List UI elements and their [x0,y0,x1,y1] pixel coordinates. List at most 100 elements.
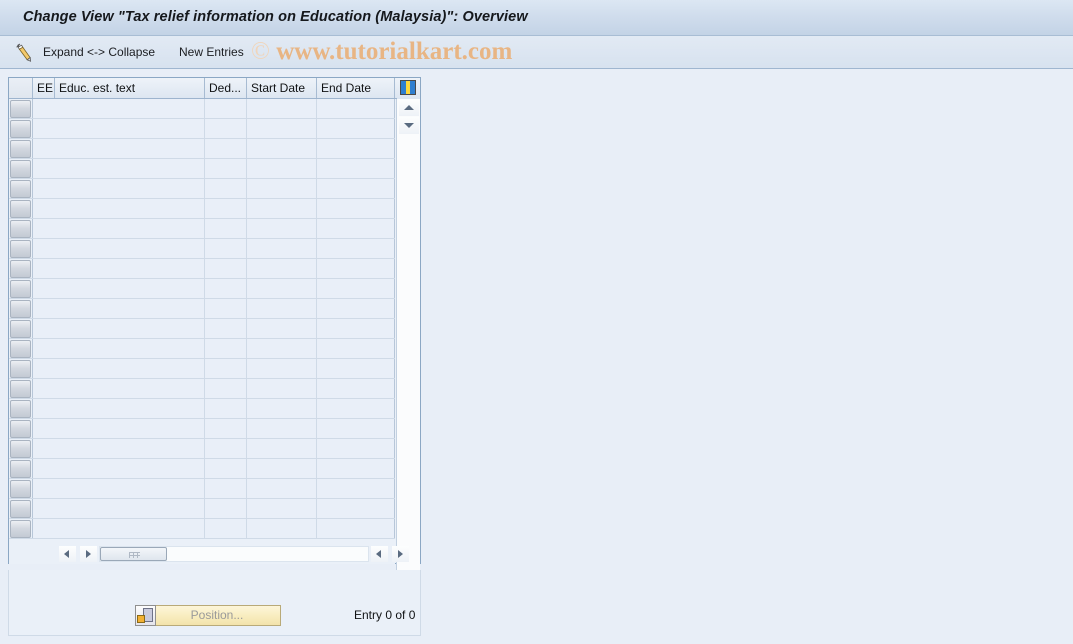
cell-ded[interactable] [205,259,247,278]
cell-ded[interactable] [205,299,247,318]
pencil-icon[interactable] [15,43,35,63]
cell-end-date[interactable] [317,459,395,478]
cell-educ-est-text[interactable] [55,219,205,238]
row-selector-button[interactable] [10,120,31,138]
cell-ded[interactable] [205,139,247,158]
table-row[interactable] [9,359,395,379]
row-selector-button[interactable] [10,240,31,258]
cell-ded[interactable] [205,199,247,218]
cell-ee[interactable] [33,299,55,318]
row-selector-button[interactable] [10,480,31,498]
cell-ee[interactable] [33,139,55,158]
cell-ee[interactable] [33,239,55,258]
cell-educ-est-text[interactable] [55,479,205,498]
cell-start-date[interactable] [247,299,317,318]
cell-start-date[interactable] [247,179,317,198]
cell-start-date[interactable] [247,199,317,218]
cell-ded[interactable] [205,279,247,298]
hscroll-thumb[interactable] [100,547,167,561]
cell-start-date[interactable] [247,239,317,258]
cell-start-date[interactable] [247,499,317,518]
cell-educ-est-text[interactable] [55,359,205,378]
cell-educ-est-text[interactable] [55,99,205,118]
row-selector-button[interactable] [10,260,31,278]
cell-start-date[interactable] [247,479,317,498]
cell-start-date[interactable] [247,279,317,298]
cell-start-date[interactable] [247,319,317,338]
cell-ded[interactable] [205,459,247,478]
row-selector-button[interactable] [10,360,31,378]
table-row[interactable] [9,119,395,139]
row-selector-button[interactable] [10,220,31,238]
position-button[interactable]: Position... [135,605,281,626]
cell-end-date[interactable] [317,239,395,258]
cell-end-date[interactable] [317,199,395,218]
cell-ded[interactable] [205,379,247,398]
row-selector-button[interactable] [10,460,31,478]
cell-educ-est-text[interactable] [55,459,205,478]
cell-ee[interactable] [33,459,55,478]
table-row[interactable] [9,339,395,359]
cell-ded[interactable] [205,359,247,378]
arrow-left-icon[interactable] [59,546,76,562]
cell-ded[interactable] [205,319,247,338]
cell-educ-est-text[interactable] [55,499,205,518]
cell-ee[interactable] [33,479,55,498]
cell-ee[interactable] [33,439,55,458]
cell-start-date[interactable] [247,99,317,118]
column-header-ee[interactable]: EE [33,78,55,98]
cell-ee[interactable] [33,119,55,138]
cell-educ-est-text[interactable] [55,259,205,278]
cell-ded[interactable] [205,179,247,198]
cell-ded[interactable] [205,439,247,458]
table-row[interactable] [9,239,395,259]
cell-end-date[interactable] [317,439,395,458]
row-selector-button[interactable] [10,100,31,118]
cell-educ-est-text[interactable] [55,519,205,538]
cell-ee[interactable] [33,99,55,118]
cell-ded[interactable] [205,159,247,178]
cell-end-date[interactable] [317,519,395,538]
cell-end-date[interactable] [317,319,395,338]
cell-end-date[interactable] [317,139,395,158]
cell-ee[interactable] [33,339,55,358]
row-selector-button[interactable] [10,180,31,198]
row-selector-button[interactable] [10,380,31,398]
cell-educ-est-text[interactable] [55,319,205,338]
arrow-right-icon-right[interactable] [392,546,409,562]
cell-ee[interactable] [33,399,55,418]
cell-start-date[interactable] [247,439,317,458]
row-selector-button[interactable] [10,320,31,338]
cell-start-date[interactable] [247,459,317,478]
cell-end-date[interactable] [317,99,395,118]
table-row[interactable] [9,399,395,419]
cell-ded[interactable] [205,99,247,118]
table-row[interactable] [9,419,395,439]
cell-ee[interactable] [33,379,55,398]
column-header-end-date[interactable]: End Date [317,78,395,98]
table-row[interactable] [9,379,395,399]
row-selector-button[interactable] [10,280,31,298]
table-row[interactable] [9,459,395,479]
row-selector-button[interactable] [10,400,31,418]
cell-end-date[interactable] [317,399,395,418]
cell-start-date[interactable] [247,399,317,418]
cell-end-date[interactable] [317,179,395,198]
cell-end-date[interactable] [317,379,395,398]
cell-start-date[interactable] [247,359,317,378]
row-selector-button[interactable] [10,520,31,538]
row-selector-button[interactable] [10,440,31,458]
cell-ded[interactable] [205,219,247,238]
vertical-scrollbar[interactable] [396,99,420,614]
cell-end-date[interactable] [317,159,395,178]
cell-educ-est-text[interactable] [55,299,205,318]
row-selector-button[interactable] [10,420,31,438]
cell-ee[interactable] [33,199,55,218]
cell-ee[interactable] [33,359,55,378]
cell-end-date[interactable] [317,359,395,378]
cell-end-date[interactable] [317,119,395,138]
table-row[interactable] [9,519,395,539]
cell-ded[interactable] [205,339,247,358]
table-row[interactable] [9,199,395,219]
cell-start-date[interactable] [247,419,317,438]
